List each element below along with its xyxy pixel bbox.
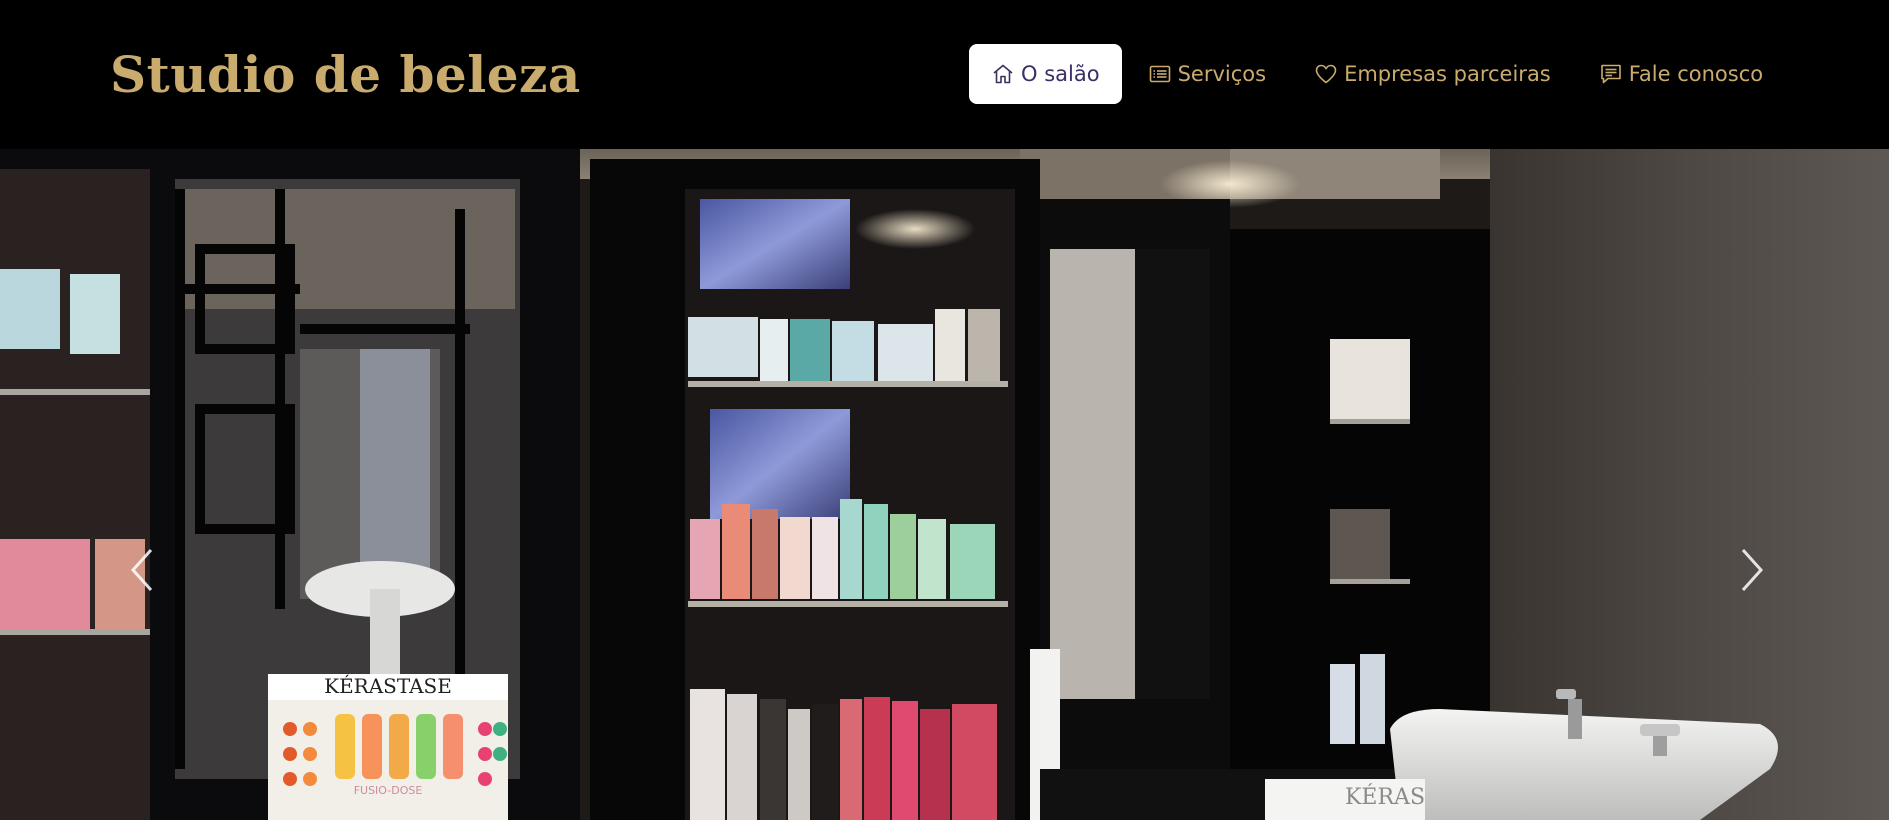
- message-icon: [1599, 62, 1623, 86]
- salon-interior-photo: KÉRASTASE FUSIO-DOSE KÉRAS: [0, 149, 1889, 820]
- nav-label: Empresas parceiras: [1344, 62, 1551, 86]
- chevron-right-icon: [1741, 548, 1764, 592]
- nav-item-empresas-parceiras[interactable]: Empresas parceiras: [1292, 44, 1573, 104]
- list-icon: [1148, 62, 1172, 86]
- carousel-prev-button[interactable]: [112, 525, 172, 615]
- site-header: Studio de beleza O salão Serviços Empres…: [0, 0, 1889, 149]
- display-brand-text: KÉRASTASE: [324, 674, 452, 698]
- main-nav: O salão Serviços Empresas parceiras Fale…: [969, 44, 1789, 104]
- carousel-next-button[interactable]: [1722, 525, 1782, 615]
- chevron-left-icon: [130, 548, 153, 592]
- home-icon: [991, 62, 1015, 86]
- nav-item-fale-conosco[interactable]: Fale conosco: [1577, 44, 1785, 104]
- heart-icon: [1314, 62, 1338, 86]
- display-sub-text: FUSIO-DOSE: [354, 784, 423, 797]
- nav-item-o-salao[interactable]: O salão: [969, 44, 1122, 104]
- nav-label: O salão: [1021, 62, 1100, 86]
- sink-towel-text: KÉRAS: [1345, 783, 1425, 810]
- hero-carousel: KÉRASTASE FUSIO-DOSE KÉRAS: [0, 149, 1889, 820]
- product-display-stand: KÉRASTASE FUSIO-DOSE: [268, 674, 508, 820]
- site-brand[interactable]: Studio de beleza: [110, 40, 581, 110]
- nav-label: Serviços: [1177, 62, 1267, 86]
- nav-label: Fale conosco: [1628, 62, 1764, 86]
- nav-item-servicos[interactable]: Serviços: [1126, 44, 1288, 104]
